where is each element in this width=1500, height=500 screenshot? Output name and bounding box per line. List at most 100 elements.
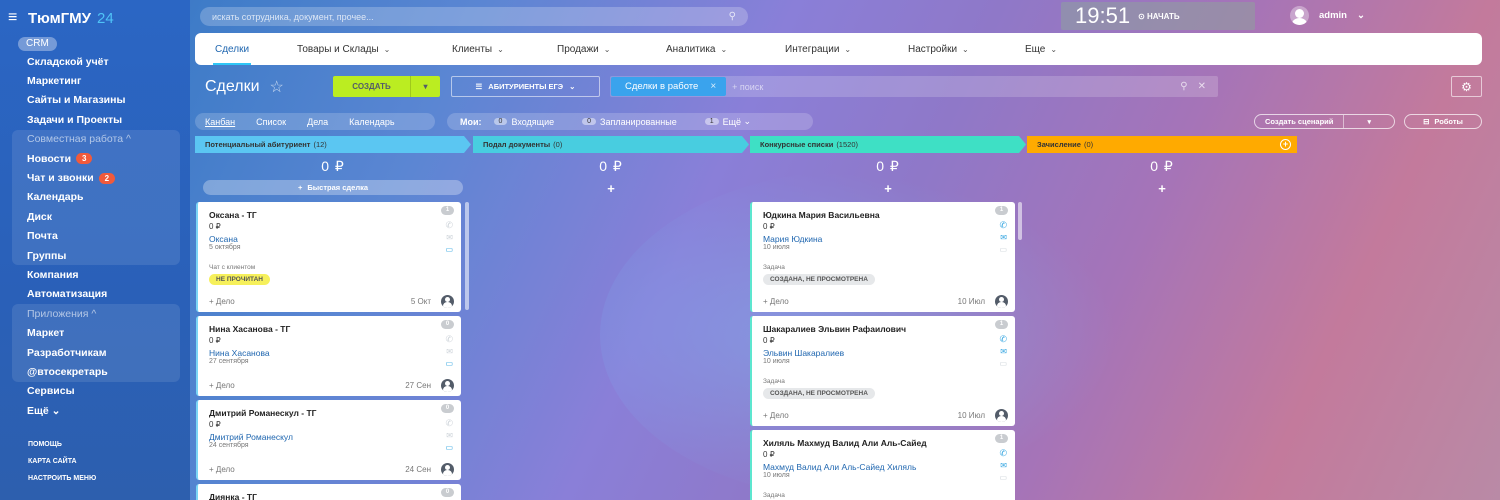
sidebar-item-news[interactable]: Новости 3 [12,149,180,168]
chat-icon[interactable]: ▭ [445,245,453,254]
sidebar-item-services[interactable]: Сервисы [0,382,190,401]
sidebar-item-company[interactable]: Компания [0,265,190,284]
contact-link[interactable]: Эльвин Шакаралиев [763,348,844,358]
scenario-dropdown-icon[interactable]: ▾ [1344,118,1394,126]
create-button[interactable]: СОЗДАТЬ ▾ [333,76,440,97]
deal-card[interactable]: Диянка - ТГ 0 [196,484,461,500]
tab-kanban[interactable]: Канбан [205,117,235,127]
deal-title[interactable]: Диянка - ТГ [209,492,257,500]
add-activity-link[interactable]: + Дело [209,381,235,390]
global-search[interactable]: искать сотрудника, документ, прочее... ⚲ [200,7,748,26]
create-scenario-button[interactable]: Создать сценарий ▾ [1254,114,1395,129]
add-stage-icon[interactable]: + [1280,139,1291,150]
quick-deal-button[interactable]: + Быстрая сделка [203,180,463,195]
mine-incoming[interactable]: 0 Входящие [493,117,554,127]
column-header[interactable]: Зачисление (0) + [1027,136,1297,153]
chat-icon[interactable]: ▭ [445,443,453,452]
configure-menu-link[interactable]: НАСТРОИТЬ МЕНЮ [28,470,96,487]
column-header[interactable]: Потенциальный абитуриент (12) [195,136,471,153]
deal-card[interactable]: Шакаралиев Эльвин Рафаилович 1 0 ₽ Эльвин Ш… [750,316,1015,426]
add-activity-link[interactable]: + Дело [209,465,235,474]
filter-chip[interactable]: Сделки в работе × [611,77,727,96]
nav-tab[interactable]: Товары и Склады ⌄ [297,33,390,65]
mail-icon[interactable]: ✉ [446,347,453,356]
contact-link[interactable]: Дмитрий Романескул [209,432,293,442]
chat-icon[interactable]: ▭ [445,359,453,368]
deal-title[interactable]: Юдкина Мария Васильевна [763,210,880,220]
column-header[interactable]: Конкурсные списки (1520) [750,136,1026,153]
responsible-avatar[interactable] [441,295,454,308]
user-menu[interactable]: admin ⌄ [1290,6,1365,25]
scenario-label[interactable]: Создать сценарий [1255,115,1345,128]
deal-card[interactable]: Дмитрий Романескул - ТГ 0 0 ₽ Дмитрий Роман… [196,400,461,480]
sidebar-item-sites[interactable]: Сайты и Магазины [0,91,190,110]
settings-button[interactable]: ⚙ [1451,76,1482,97]
logo[interactable]: ≡ ТюмГМУ 24 [8,8,114,28]
deal-card[interactable]: Юдкина Мария Васильевна 1 0 ₽ Мария Юдкина 1… [750,202,1015,312]
chat-icon[interactable]: ▭ [999,245,1007,254]
deal-title[interactable]: Дмитрий Романескул - ТГ [209,408,317,418]
deal-title[interactable]: Оксана - ТГ [209,210,257,220]
sidebar-item-marketing[interactable]: Маркетинг [0,71,190,90]
nav-tab[interactable]: Интеграции ⌄ [785,33,851,65]
deal-card[interactable]: Оксана - ТГ 1 0 ₽ Оксана 5 октября ✆ ✉ ▭ Чат с к… [196,202,461,312]
deal-title[interactable]: Хиляль Махмуд Валид Али Аль-Сайед [763,438,927,448]
mail-icon[interactable]: ✉ [1000,461,1007,470]
contact-link[interactable]: Мария Юдкина [763,234,822,244]
chat-icon[interactable]: ▭ [999,359,1007,368]
sidebar-item-tasks[interactable]: Задачи и Проекты [0,110,190,129]
tab-calendar[interactable]: Календарь [349,117,394,127]
sidebar-group-head-apps[interactable]: Приложения ^ [12,304,180,323]
mine-planned[interactable]: 0 Запланированные [582,117,677,127]
sidebar-item-mail[interactable]: Почта [12,227,180,246]
create-label[interactable]: СОЗДАТЬ [333,76,411,97]
filter-search-input[interactable]: + поиск [732,82,763,92]
responsible-avatar[interactable] [995,409,1008,422]
column-header[interactable]: Подал документы (0) [473,136,749,153]
responsible-avatar[interactable] [995,295,1008,308]
tab-list[interactable]: Список [256,117,286,127]
start-workday-button[interactable]: ⊙ НАЧАТЬ [1138,12,1180,21]
nav-tab[interactable]: Аналитика ⌄ [666,33,727,65]
sidebar-item-disk[interactable]: Диск [12,207,180,226]
sidebar-item-groups[interactable]: Группы [12,246,180,265]
add-activity-link[interactable]: + Дело [763,297,789,306]
sidebar-item-autosecretary[interactable]: @втосекретарь [12,362,180,381]
star-icon[interactable]: ☆ [270,77,284,97]
help-link[interactable]: ПОМОЩЬ [28,436,96,453]
sidebar-item-calendar[interactable]: Календарь [12,188,180,207]
nav-tab[interactable]: Продажи ⌄ [557,33,610,65]
phone-icon[interactable]: ✆ [445,418,453,429]
add-deal-icon[interactable]: + [750,181,1026,196]
mine-more[interactable]: 1 Ещё ⌄ [704,116,751,127]
nav-tab[interactable]: Еще ⌄ [1025,33,1057,65]
close-icon[interactable]: × [710,81,716,92]
deal-title[interactable]: Шакаралиев Эльвин Рафаилович [763,324,906,334]
phone-icon[interactable]: ✆ [445,220,453,231]
add-deal-icon[interactable]: + [473,181,749,196]
tab-activities[interactable]: Дела [307,117,328,127]
phone-icon[interactable]: ✆ [999,448,1007,459]
sidebar-item-developers[interactable]: Разработчикам [12,343,180,362]
add-activity-link[interactable]: + Дело [763,411,789,420]
create-dropdown-icon[interactable]: ▾ [411,76,440,97]
sidebar-item-market[interactable]: Маркет [12,323,180,342]
sidebar-item-automation[interactable]: Автоматизация [0,285,190,304]
clear-icon[interactable]: ✕ [1198,81,1206,92]
menu-burger-icon[interactable]: ≡ [8,9,22,27]
chat-icon[interactable]: ▭ [999,473,1007,482]
contact-link[interactable]: Оксана [209,234,238,244]
sidebar-item-more[interactable]: Ещё ⌄ [0,401,190,420]
contact-link[interactable]: Махмуд Валид Али Аль-Сайед Хиляль [763,462,916,472]
filter-bar[interactable]: Сделки в работе × + поиск ⚲ ✕ [610,76,1218,97]
column-scrollbar[interactable] [465,202,469,310]
sidebar-group-head-collaboration[interactable]: Совместная работа ^ [12,130,180,149]
deal-title[interactable]: Нина Хасанова - ТГ [209,324,290,334]
mail-icon[interactable]: ✉ [446,431,453,440]
responsible-avatar[interactable] [441,379,454,392]
search-icon[interactable]: ⚲ [1180,81,1187,92]
funnel-select[interactable]: ☰ АБИТУРИЕНТЫ ЕГЭ ⌄ [451,76,600,97]
robots-button[interactable]: ⊟ Роботы [1404,114,1482,129]
column-scrollbar[interactable] [1018,202,1022,240]
nav-tab[interactable]: Настройки ⌄ [908,33,969,65]
